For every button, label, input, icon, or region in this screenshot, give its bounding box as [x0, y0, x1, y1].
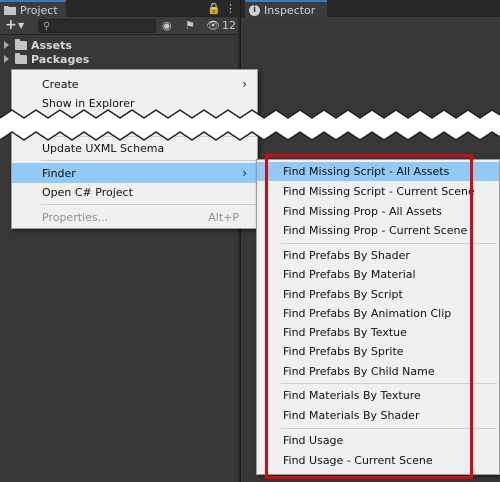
- context-menu: Create › Show in Explorer Update UXML Sc…: [11, 69, 258, 229]
- menu-separator: [41, 160, 257, 161]
- submenu-item-find-missing-script-scene[interactable]: Find Missing Script - Current Scene: [257, 182, 499, 201]
- submenu-item-label: Find Prefabs By Child Name: [283, 365, 435, 378]
- submenu-item-label: Find Missing Prop - All Assets: [283, 205, 442, 218]
- tree-item-packages[interactable]: Packages: [4, 52, 89, 66]
- menu-item-create[interactable]: Create ›: [12, 74, 257, 94]
- submenu-item-find-prefabs-by-script[interactable]: Find Prefabs By Script: [257, 285, 499, 304]
- chevron-right-icon: ›: [242, 77, 247, 91]
- filter-by-type-icon[interactable]: ◉: [162, 19, 172, 32]
- submenu-item-label: Find Prefabs By Script: [283, 288, 403, 301]
- submenu-item-label: Find Prefabs By Material: [283, 268, 416, 281]
- finder-submenu: Find Missing Script - All Assets Find Mi…: [256, 159, 500, 475]
- chevron-down-icon[interactable]: ▼: [18, 21, 24, 30]
- submenu-item-label: Find Missing Script - Current Scene: [283, 185, 475, 198]
- project-tabbar: Project 🔒 ⋮: [0, 0, 238, 18]
- submenu-item-find-usage-current-scene[interactable]: Find Usage - Current Scene: [257, 451, 499, 470]
- submenu-item-find-materials-by-texture[interactable]: Find Materials By Texture: [257, 386, 499, 405]
- expand-arrow-icon[interactable]: [4, 55, 9, 63]
- submenu-item-find-prefabs-by-texture[interactable]: Find Prefabs By Textue: [257, 323, 499, 342]
- search-icon: ⚲: [43, 21, 51, 32]
- hidden-count: 12: [222, 19, 236, 32]
- expand-arrow-icon[interactable]: [4, 41, 9, 49]
- inspector-tabbar: i Inspector: [241, 0, 500, 18]
- menu-item-label: Open C# Project: [42, 185, 133, 199]
- submenu-item-find-usage[interactable]: Find Usage: [257, 431, 499, 450]
- chevron-right-icon: ›: [242, 166, 247, 180]
- submenu-item-find-missing-prop-scene[interactable]: Find Missing Prop - Current Scene: [257, 221, 499, 240]
- submenu-item-find-prefabs-by-animation-clip[interactable]: Find Prefabs By Animation Clip: [257, 304, 499, 323]
- submenu-separator: [281, 243, 497, 244]
- submenu-item-label: Find Usage: [283, 434, 344, 447]
- submenu-item-find-prefabs-by-sprite[interactable]: Find Prefabs By Sprite: [257, 342, 499, 361]
- tab-inspector[interactable]: i Inspector: [245, 0, 327, 18]
- submenu-item-find-prefabs-by-shader[interactable]: Find Prefabs By Shader: [257, 246, 499, 265]
- submenu-item-find-missing-prop-all[interactable]: Find Missing Prop - All Assets: [257, 202, 499, 221]
- submenu-item-label: Find Prefabs By Textue: [283, 326, 407, 339]
- menu-item-open-csharp-project[interactable]: Open C# Project: [12, 182, 257, 202]
- tab-project-label: Project: [20, 3, 58, 17]
- submenu-separator: [281, 428, 497, 429]
- submenu-item-find-materials-by-shader[interactable]: Find Materials By Shader: [257, 406, 499, 425]
- tree-item-label: Assets: [31, 38, 72, 52]
- menu-item-finder[interactable]: Finder ›: [12, 163, 257, 183]
- submenu-item-label: Find Prefabs By Animation Clip: [283, 307, 452, 320]
- submenu-item-label: Find Materials By Shader: [283, 409, 420, 422]
- add-button[interactable]: +: [5, 17, 17, 33]
- folder-icon: [4, 6, 16, 15]
- submenu-item-label: Find Missing Prop - Current Scene: [283, 224, 468, 237]
- tab-project[interactable]: Project: [0, 0, 66, 18]
- submenu-item-label: Find Prefabs By Shader: [283, 249, 410, 262]
- lock-icon[interactable]: 🔒: [207, 2, 221, 15]
- submenu-separator: [281, 383, 497, 384]
- submenu-item-find-missing-script-all[interactable]: Find Missing Script - All Assets: [257, 162, 499, 181]
- tab-inspector-label: Inspector: [264, 3, 316, 17]
- menu-item-properties[interactable]: Properties... Alt+P: [12, 207, 257, 227]
- menu-separator: [41, 204, 257, 205]
- screenshot-break-band: [0, 109, 500, 141]
- submenu-item-label: Find Missing Script - All Assets: [283, 165, 450, 178]
- folder-icon: [15, 38, 27, 50]
- folder-icon: [15, 52, 27, 64]
- submenu-item-label: Find Prefabs By Sprite: [283, 345, 404, 358]
- menu-item-label: Properties...: [42, 210, 109, 224]
- tree-item-assets[interactable]: Assets: [4, 38, 72, 52]
- search-input[interactable]: ⚲: [38, 19, 156, 33]
- kebab-menu-icon[interactable]: ⋮: [225, 2, 236, 15]
- hidden-eye-icon[interactable]: 👁: [206, 19, 220, 32]
- info-icon: i: [249, 4, 260, 16]
- submenu-item-label: Find Usage - Current Scene: [283, 454, 433, 467]
- project-toolbar: + ▼ ⚲ ◉ ⚑ 👁 12: [0, 17, 238, 35]
- submenu-item-find-prefabs-by-child-name[interactable]: Find Prefabs By Child Name: [257, 362, 499, 381]
- submenu-item-label: Find Materials By Texture: [283, 389, 421, 402]
- menu-item-label: Create: [42, 77, 79, 91]
- shortcut-label: Alt+P: [208, 210, 239, 224]
- tree-item-label: Packages: [31, 52, 90, 66]
- submenu-item-find-prefabs-by-material[interactable]: Find Prefabs By Material: [257, 265, 499, 284]
- menu-item-label: Finder: [42, 166, 76, 180]
- tag-icon[interactable]: ⚑: [185, 19, 195, 32]
